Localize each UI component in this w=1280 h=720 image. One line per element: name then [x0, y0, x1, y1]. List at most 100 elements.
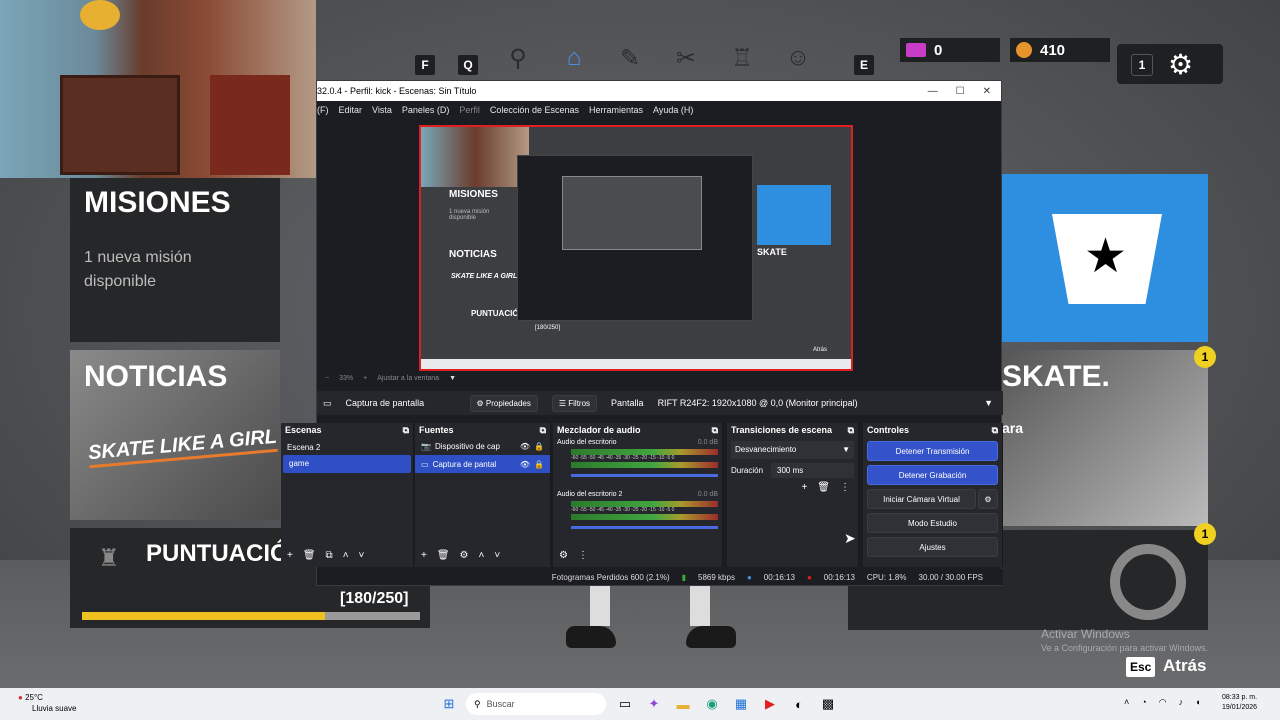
preview-back: Atrás: [813, 347, 828, 353]
more-icon[interactable]: ⋮: [578, 550, 588, 561]
trash-icon[interactable]: 🗑: [817, 482, 830, 493]
activate-windows-title: Activar Windows: [1041, 627, 1130, 641]
obs-icon[interactable]: ◐: [788, 693, 810, 715]
volume-slider[interactable]: [571, 474, 718, 477]
duration-input[interactable]: 300 ms: [771, 463, 854, 478]
back-button[interactable]: Atrás: [1163, 656, 1206, 676]
stream-time: 00:16:13: [763, 572, 795, 582]
display-label: Pantalla: [611, 398, 644, 408]
mic-icon[interactable]: ♪: [1179, 697, 1184, 708]
noticias-card[interactable]: NOTICIAS SKATE LIKE A GIRL: [70, 350, 280, 520]
studio-mode-button[interactable]: Modo Estudio: [867, 513, 998, 533]
misiones-card[interactable]: MISIONES 1 nueva misión disponible: [70, 178, 280, 342]
cpu-usage: CPU: 1.8%: [866, 572, 907, 582]
volume-icon[interactable]: ◖: [1195, 697, 1200, 708]
volume-slider[interactable]: [571, 526, 718, 529]
store-icon[interactable]: ▦: [730, 693, 752, 715]
house-icon[interactable]: ⌂: [556, 40, 592, 76]
menu-tools[interactable]: Herramientas: [589, 105, 643, 115]
down-icon[interactable]: ˅: [359, 550, 365, 561]
network-icon[interactable]: ◔: [1141, 697, 1146, 708]
obs-title-bar: 32.0.4 - Perfil: kick - Escenas: Sin Tít…: [317, 81, 1001, 101]
transitions-title: Transiciones de escena: [731, 425, 833, 435]
scene-item[interactable]: Escena 2: [281, 437, 413, 455]
menu-profile[interactable]: Perfil: [459, 105, 480, 115]
source-item-selected[interactable]: ▭ Captura de pantal 👁 🔒: [415, 455, 550, 473]
menu-help[interactable]: Ayuda (H): [653, 105, 693, 115]
chevron-down-icon[interactable]: ▼: [449, 375, 456, 387]
gear-icon[interactable]: ⚙: [460, 550, 469, 561]
pin-icon[interactable]: ⚲: [500, 40, 536, 76]
hud-key-e: E: [853, 54, 875, 76]
hud-icon-bar: ⚲ ⌂ ✎ ✂ ♖ ☺: [500, 40, 845, 84]
camera-icon: 📷: [421, 442, 431, 451]
up-icon[interactable]: ˄: [343, 550, 349, 561]
date: 19/01/2026: [1222, 704, 1258, 711]
hud-key-q: Q: [457, 54, 479, 76]
hud-key-1: 1: [1131, 54, 1153, 76]
close-icon[interactable]: ✕: [983, 86, 991, 97]
mixer-channel: Audio del escritorio 0.0 dB -60 -55 -50 -…: [553, 437, 722, 489]
transitions-dock: Transiciones de escena ⧉ Desvanecimiento ▼…: [727, 423, 859, 567]
search-box[interactable]: ⚲ Buscar: [466, 693, 606, 715]
gear-icon[interactable]: ⚙: [1168, 48, 1193, 81]
folder-icon[interactable]: ▬: [672, 693, 694, 715]
stop-recording-button[interactable]: Detener Grabación: [867, 465, 998, 485]
menu-view[interactable]: Vista: [372, 105, 392, 115]
trash-icon[interactable]: 🗑: [303, 550, 316, 561]
virtual-cam-button[interactable]: Iniciar Cámara Virtual: [867, 489, 976, 509]
youtube-icon[interactable]: ▶: [759, 693, 781, 715]
minimize-icon[interactable]: —: [928, 86, 938, 97]
source-item[interactable]: 📷 Dispositivo de cap 👁 🔒: [415, 437, 550, 455]
add-icon[interactable]: +: [421, 550, 427, 561]
more-icon[interactable]: ⋮: [840, 482, 850, 493]
zoom-in-icon[interactable]: +: [363, 375, 367, 387]
people-icon[interactable]: ☺: [780, 40, 816, 76]
transition-select[interactable]: Desvanecimiento ▼: [731, 441, 854, 459]
display-select[interactable]: RIFT R24F2: 1920x1080 @ 0,0 (Monitor pri…: [658, 398, 971, 408]
game-icon[interactable]: ▩: [817, 693, 839, 715]
edge-icon[interactable]: ◉: [701, 693, 723, 715]
properties-button[interactable]: ⚙ Propiedades: [469, 394, 538, 412]
weather-widget[interactable]: ● 25°C Lluvia suave: [18, 692, 76, 714]
copilot-icon[interactable]: ✦: [643, 693, 665, 715]
menu-scene-collection[interactable]: Colección de Escenas: [490, 105, 579, 115]
display-chevron-icon[interactable]: ▼: [984, 398, 1003, 408]
preview-webcam: [421, 127, 529, 187]
gear-icon[interactable]: ⚙: [559, 550, 568, 561]
shirt-icon[interactable]: ✂: [668, 40, 704, 76]
shop-card[interactable]: ★: [1002, 174, 1208, 342]
filters-button[interactable]: ☰ Filtros: [551, 394, 598, 412]
task-view-icon[interactable]: ▭: [614, 693, 636, 715]
clock[interactable]: 08:33 p. m. 19/01/2026: [1222, 693, 1257, 713]
virtual-cam-settings-icon[interactable]: ⚙: [978, 489, 998, 509]
chevron-up-icon[interactable]: ˄: [1124, 697, 1129, 708]
settings-button[interactable]: Ajustes: [867, 537, 998, 557]
maximize-icon[interactable]: ☐: [956, 86, 965, 97]
filter-icon[interactable]: ⧉: [326, 550, 333, 561]
skateboard-icon[interactable]: ✎: [612, 40, 648, 76]
menu-docks[interactable]: Paneles (D): [402, 105, 450, 115]
down-icon[interactable]: ˅: [494, 550, 500, 561]
wifi-icon[interactable]: ◠: [1159, 697, 1167, 708]
scene-item-selected[interactable]: game: [283, 455, 411, 473]
add-icon[interactable]: +: [801, 482, 807, 493]
skater-character: [566, 586, 736, 658]
start-button[interactable]: ⊞: [438, 693, 460, 715]
scenes-title: Escenas: [285, 425, 322, 435]
stop-stream-button[interactable]: Detener Transmisión: [867, 441, 998, 461]
obs-preview[interactable]: MISIONES 1 nueva misión disponible NOTIC…: [419, 125, 853, 371]
fit-window[interactable]: Ajustar a la ventana: [377, 375, 439, 387]
mouse-cursor: ➤: [844, 530, 856, 546]
trash-icon[interactable]: 🗑: [437, 550, 450, 561]
scenes-dock: Escenas ⧉ Escena 2 game + 🗑 ⧉ ˄ ˅: [281, 423, 414, 567]
up-icon[interactable]: ˄: [479, 550, 485, 561]
menu-file[interactable]: (F): [317, 105, 329, 115]
add-icon[interactable]: +: [287, 550, 293, 561]
skate-card[interactable]: SKATE. ara: [1002, 350, 1208, 526]
trophy-icon[interactable]: ♖: [724, 40, 760, 76]
menu-edit[interactable]: Editar: [339, 105, 363, 115]
preview-shop: [757, 185, 831, 245]
zoom-out-icon[interactable]: −: [325, 375, 329, 387]
preview-banner: SKATE LIKE A GIRL: [451, 273, 518, 280]
